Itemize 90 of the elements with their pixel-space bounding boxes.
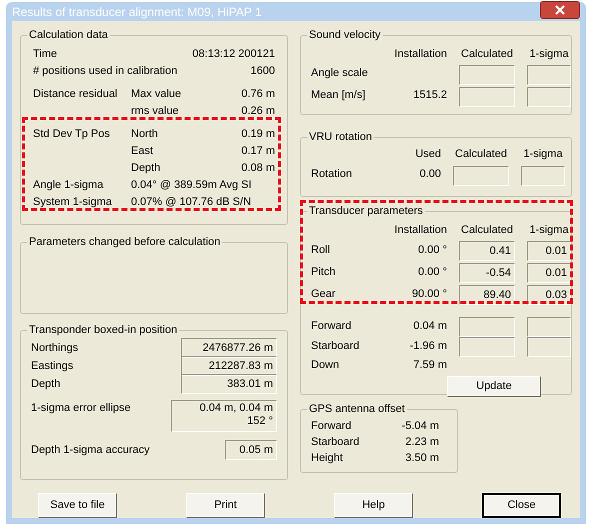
- readout-field: 0.03: [527, 284, 571, 304]
- row-value: -5.04 m: [402, 418, 439, 434]
- row-value: 0.08 m: [241, 161, 275, 176]
- row-label: Eastings: [31, 358, 74, 374]
- dialog-button[interactable]: Print: [186, 493, 265, 518]
- column-header: Calculated: [454, 147, 508, 162]
- row-value: 2.23 m: [405, 434, 439, 450]
- row-label: Starboard: [311, 339, 360, 354]
- dialog-button[interactable]: Help: [334, 493, 413, 518]
- row-value: 3.50 m: [405, 450, 439, 466]
- close-icon: [554, 4, 566, 14]
- readout-field: [459, 316, 515, 336]
- readout-field: 383.01 m: [181, 374, 277, 394]
- row-value: -1.96 m: [410, 340, 447, 352]
- readout-field: [459, 336, 515, 356]
- row-label: Forward: [311, 418, 352, 434]
- readout-field: [527, 86, 571, 106]
- row-value: 0.07% @ 107.76 dB S/N: [131, 195, 252, 210]
- readout-field: 2476877.26 m: [181, 338, 277, 358]
- row-label: Pitch: [311, 265, 336, 280]
- row-label: Angle 1-sigma: [33, 179, 104, 192]
- row-label: Depth: [31, 376, 60, 392]
- column-header: Calculated: [460, 223, 514, 238]
- row-label: Depth: [131, 161, 160, 176]
- readout-field: [527, 64, 571, 84]
- dialog-button[interactable]: Close: [482, 493, 561, 518]
- row-value: 1515.2: [413, 89, 447, 102]
- row-label: Gear: [311, 287, 336, 302]
- row-value: 90.00 °: [412, 288, 447, 300]
- row-label: Roll: [311, 243, 331, 258]
- close-button[interactable]: [540, 0, 580, 18]
- row-label: Northings: [31, 340, 78, 356]
- column-header: 1-sigma: [528, 223, 570, 238]
- readout-field: [459, 86, 515, 106]
- row-label: Max value: [131, 87, 182, 102]
- row-label: rms value: [131, 104, 179, 120]
- row-label: Distance residual: [33, 88, 118, 100]
- row-value: 0.04 m: [413, 320, 447, 332]
- row-value: 0.00 °: [418, 266, 447, 278]
- readout-field: 212287.83 m: [181, 356, 277, 376]
- row-value: 7.59 m: [413, 358, 447, 371]
- group-title: Sound velocity: [307, 28, 383, 42]
- readout-field: 0.01: [527, 240, 571, 260]
- dialog-button[interactable]: Save to file: [38, 493, 117, 518]
- row-value: 0.26 m: [241, 104, 275, 120]
- row-label: Mean [m/s]: [311, 88, 366, 104]
- readout-field: 0.01: [527, 262, 571, 282]
- readout-field: -0.54: [459, 262, 515, 282]
- column-header: 1-sigma: [522, 147, 564, 162]
- readout-field: 0.04 m, 0.04 m 152 °: [171, 400, 277, 432]
- readout-field: 0.41: [459, 240, 515, 260]
- readout-field: [453, 166, 509, 186]
- column-header: Installation: [393, 223, 447, 238]
- row-value: 1600: [250, 64, 275, 80]
- row-value: 0.00: [420, 168, 441, 180]
- column-header: Used: [414, 147, 441, 162]
- row-value: 08:13:12 200121: [192, 47, 275, 62]
- window-title: Results of transducer alignment: M09, HiPAP 1: [12, 4, 262, 20]
- row-value: 0.00 °: [418, 244, 447, 256]
- readout-field: 0.05 m: [225, 440, 277, 460]
- readout-field: 89.40: [459, 284, 515, 304]
- update-button[interactable]: Update: [447, 376, 541, 396]
- row-label: East: [131, 144, 154, 160]
- row-label: North: [131, 127, 158, 142]
- group-title: Transducer parameters: [307, 204, 425, 218]
- column-header: Calculated: [460, 47, 514, 62]
- row-value: 0.19 m: [241, 127, 275, 142]
- row-label: Time: [33, 47, 58, 62]
- row-label: # positions used in calibration: [33, 64, 178, 80]
- group-title: Parameters changed before calculation: [27, 235, 222, 249]
- row-label: Rotation: [311, 166, 353, 182]
- column-header: Installation: [393, 47, 447, 62]
- row-label: Depth 1-sigma accuracy: [31, 442, 150, 458]
- row-label: 1-sigma error ellipse: [31, 401, 131, 416]
- column-header: 1-sigma: [528, 47, 570, 62]
- readout-field: [527, 316, 571, 336]
- row-label: System 1-sigma: [33, 196, 112, 208]
- row-label: Forward: [311, 319, 352, 334]
- row-label: Down: [311, 358, 340, 372]
- row-value: 0.17 m: [241, 144, 275, 160]
- row-label: Angle scale: [311, 66, 369, 82]
- row-value: 0.76 m: [241, 87, 275, 102]
- row-label: Starboard: [311, 434, 360, 450]
- row-label: Std Dev Tp Pos: [33, 128, 110, 140]
- row-label: Height: [311, 450, 343, 466]
- row-value: 0.04° @ 389.59m Avg SI: [131, 178, 252, 194]
- readout-field: [521, 166, 565, 186]
- readout-field: [527, 336, 571, 356]
- readout-field: [459, 64, 515, 84]
- group-title: Transponder boxed-in position: [27, 323, 180, 337]
